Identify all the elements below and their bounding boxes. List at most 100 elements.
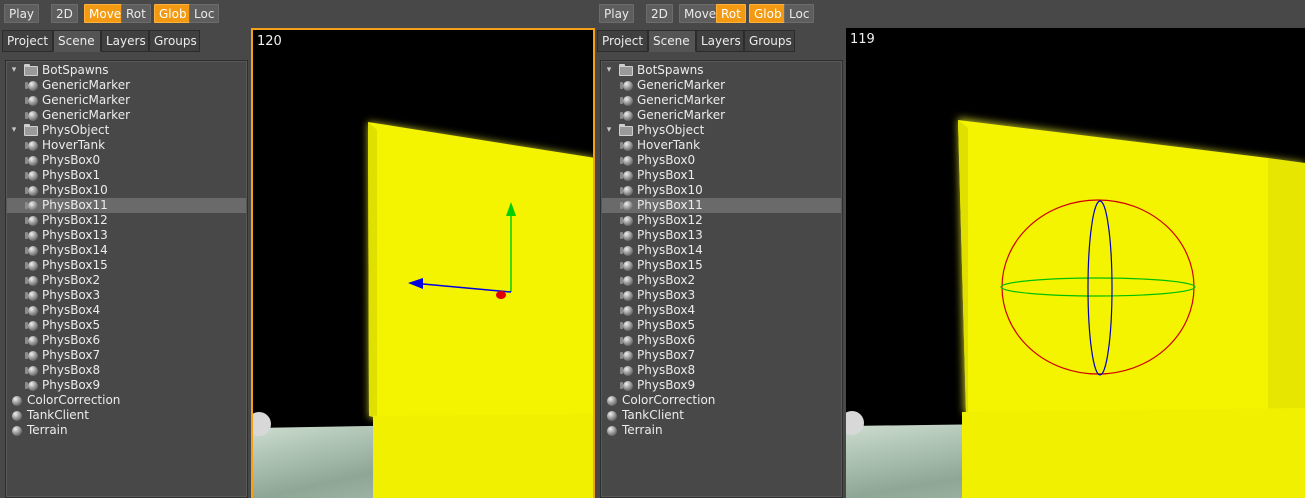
tree-row[interactable]: PhysBox12 [602,213,841,228]
folder-icon [24,124,38,136]
tree-row[interactable]: ▾ PhysObject [602,123,841,138]
tree-row[interactable]: HoverTank [7,138,246,153]
rotate-tool-button[interactable]: Rot [716,4,746,23]
tree-row[interactable]: ColorCorrection [602,393,841,408]
tree-row[interactable]: HoverTank [602,138,841,153]
tree-row[interactable]: PhysBox2 [7,273,246,288]
tree-row[interactable]: TankClient [7,408,246,423]
tab-layers[interactable]: Layers [101,30,149,52]
game-object-icon [25,246,38,256]
tab-scene[interactable]: Scene [53,30,101,52]
tree-row[interactable]: PhysBox13 [7,228,246,243]
tree-row[interactable]: PhysBox4 [7,303,246,318]
tree-row[interactable]: GenericMarker [602,78,841,93]
tree-row[interactable]: PhysBox3 [7,288,246,303]
tree-row[interactable]: PhysBox13 [602,228,841,243]
tree-row-label: PhysBox0 [637,153,696,167]
tree-row[interactable]: TankClient [602,408,841,423]
tree-row[interactable]: PhysBox7 [602,348,841,363]
game-object-icon [607,411,617,421]
tree-row[interactable]: GenericMarker [602,108,841,123]
tree-row[interactable]: GenericMarker [602,93,841,108]
tab-groups[interactable]: Groups [744,30,795,52]
tree-row[interactable]: PhysBox1 [7,168,246,183]
tree-row[interactable]: PhysBox7 [7,348,246,363]
tree-row[interactable]: PhysBox15 [602,258,841,273]
tree-row[interactable]: PhysBox0 [602,153,841,168]
tab-layers[interactable]: Layers [696,30,744,52]
tree-row[interactable]: PhysBox8 [602,363,841,378]
tree-row[interactable]: PhysBox6 [602,333,841,348]
tree-row[interactable]: PhysBox15 [7,258,246,273]
mode-2d-button[interactable]: 2D [51,4,78,23]
local-space-button[interactable]: Loc [784,4,815,23]
tree-row[interactable]: PhysBox14 [7,243,246,258]
tree-row[interactable]: PhysBox2 [602,273,841,288]
expand-chevron-icon[interactable]: ▾ [9,125,19,135]
tree-row[interactable]: PhysBox8 [7,363,246,378]
tree-row-selected[interactable]: PhysBox11 [602,198,841,213]
tree-row[interactable]: GenericMarker [7,108,246,123]
viewport-right[interactable]: 119 [846,28,1305,498]
gizmo-x-handle-icon[interactable] [496,291,506,299]
expand-chevron-icon[interactable]: ▾ [604,65,614,75]
tree-row[interactable]: ▾ BotSpawns [602,63,841,78]
move-tool-button[interactable]: Move [679,4,722,23]
tree-row[interactable]: PhysBox14 [602,243,841,258]
tree-row[interactable]: PhysBox4 [602,303,841,318]
viewport-left[interactable]: 120 [251,28,595,498]
tree-row[interactable]: Terrain [7,423,246,438]
tree-row-label: PhysBox3 [42,288,101,302]
local-space-button[interactable]: Loc [189,4,220,23]
tab-project[interactable]: Project [2,30,53,52]
tree-row-label: PhysBox6 [42,333,101,347]
tab-project[interactable]: Project [597,30,648,52]
tree-row[interactable]: PhysBox1 [602,168,841,183]
tree-row[interactable]: PhysBox12 [7,213,246,228]
tree-row[interactable]: ▾ BotSpawns [7,63,246,78]
tree-row-label: PhysBox2 [637,273,696,287]
scene-render [846,118,1305,498]
game-object-icon [620,351,633,361]
tree-row[interactable]: PhysBox0 [7,153,246,168]
mode-2d-button[interactable]: 2D [646,4,673,23]
tab-groups[interactable]: Groups [149,30,200,52]
rotate-tool-button[interactable]: Rot [121,4,151,23]
move-tool-button[interactable]: Move [84,4,127,23]
tree-row[interactable]: GenericMarker [7,93,246,108]
tree-row[interactable]: ColorCorrection [7,393,246,408]
game-object-icon [25,96,38,106]
global-space-button[interactable]: Glob [154,4,192,23]
expand-chevron-icon[interactable]: ▾ [9,65,19,75]
tree-row-label: PhysBox15 [637,258,703,272]
tree-row-label: PhysBox3 [637,288,696,302]
tree-row[interactable]: PhysBox10 [7,183,246,198]
tab-scene[interactable]: Scene [648,30,696,52]
game-object-icon [25,351,38,361]
toolbar: Play 2D Move Rot Glob Loc [0,0,595,28]
tree-row[interactable]: PhysBox3 [602,288,841,303]
tree-row[interactable]: PhysBox6 [7,333,246,348]
tree-row[interactable]: PhysBox9 [602,378,841,393]
tree-row-label: GenericMarker [637,108,726,122]
global-space-button[interactable]: Glob [749,4,787,23]
game-object-icon [620,216,633,226]
physbox-yellow[interactable] [368,122,595,422]
tree-row[interactable]: ▾ PhysObject [7,123,246,138]
play-button[interactable]: Play [4,4,40,23]
tree-row-selected[interactable]: PhysBox11 [7,198,246,213]
game-object-icon [25,201,38,211]
tree-row-label: PhysBox10 [637,183,703,197]
physbox-lower [373,414,593,498]
tree-row-label: PhysBox11 [637,198,703,212]
tree-row[interactable]: Terrain [602,423,841,438]
physbox-neighbor [1268,158,1305,416]
tree-row[interactable]: PhysBox5 [602,318,841,333]
tree-row-label: PhysBox4 [42,303,101,317]
expand-chevron-icon[interactable]: ▾ [604,125,614,135]
tree-row[interactable]: PhysBox5 [7,318,246,333]
tree-row[interactable]: PhysBox10 [602,183,841,198]
tree-row[interactable]: GenericMarker [7,78,246,93]
tree-row[interactable]: PhysBox9 [7,378,246,393]
play-button[interactable]: Play [599,4,635,23]
